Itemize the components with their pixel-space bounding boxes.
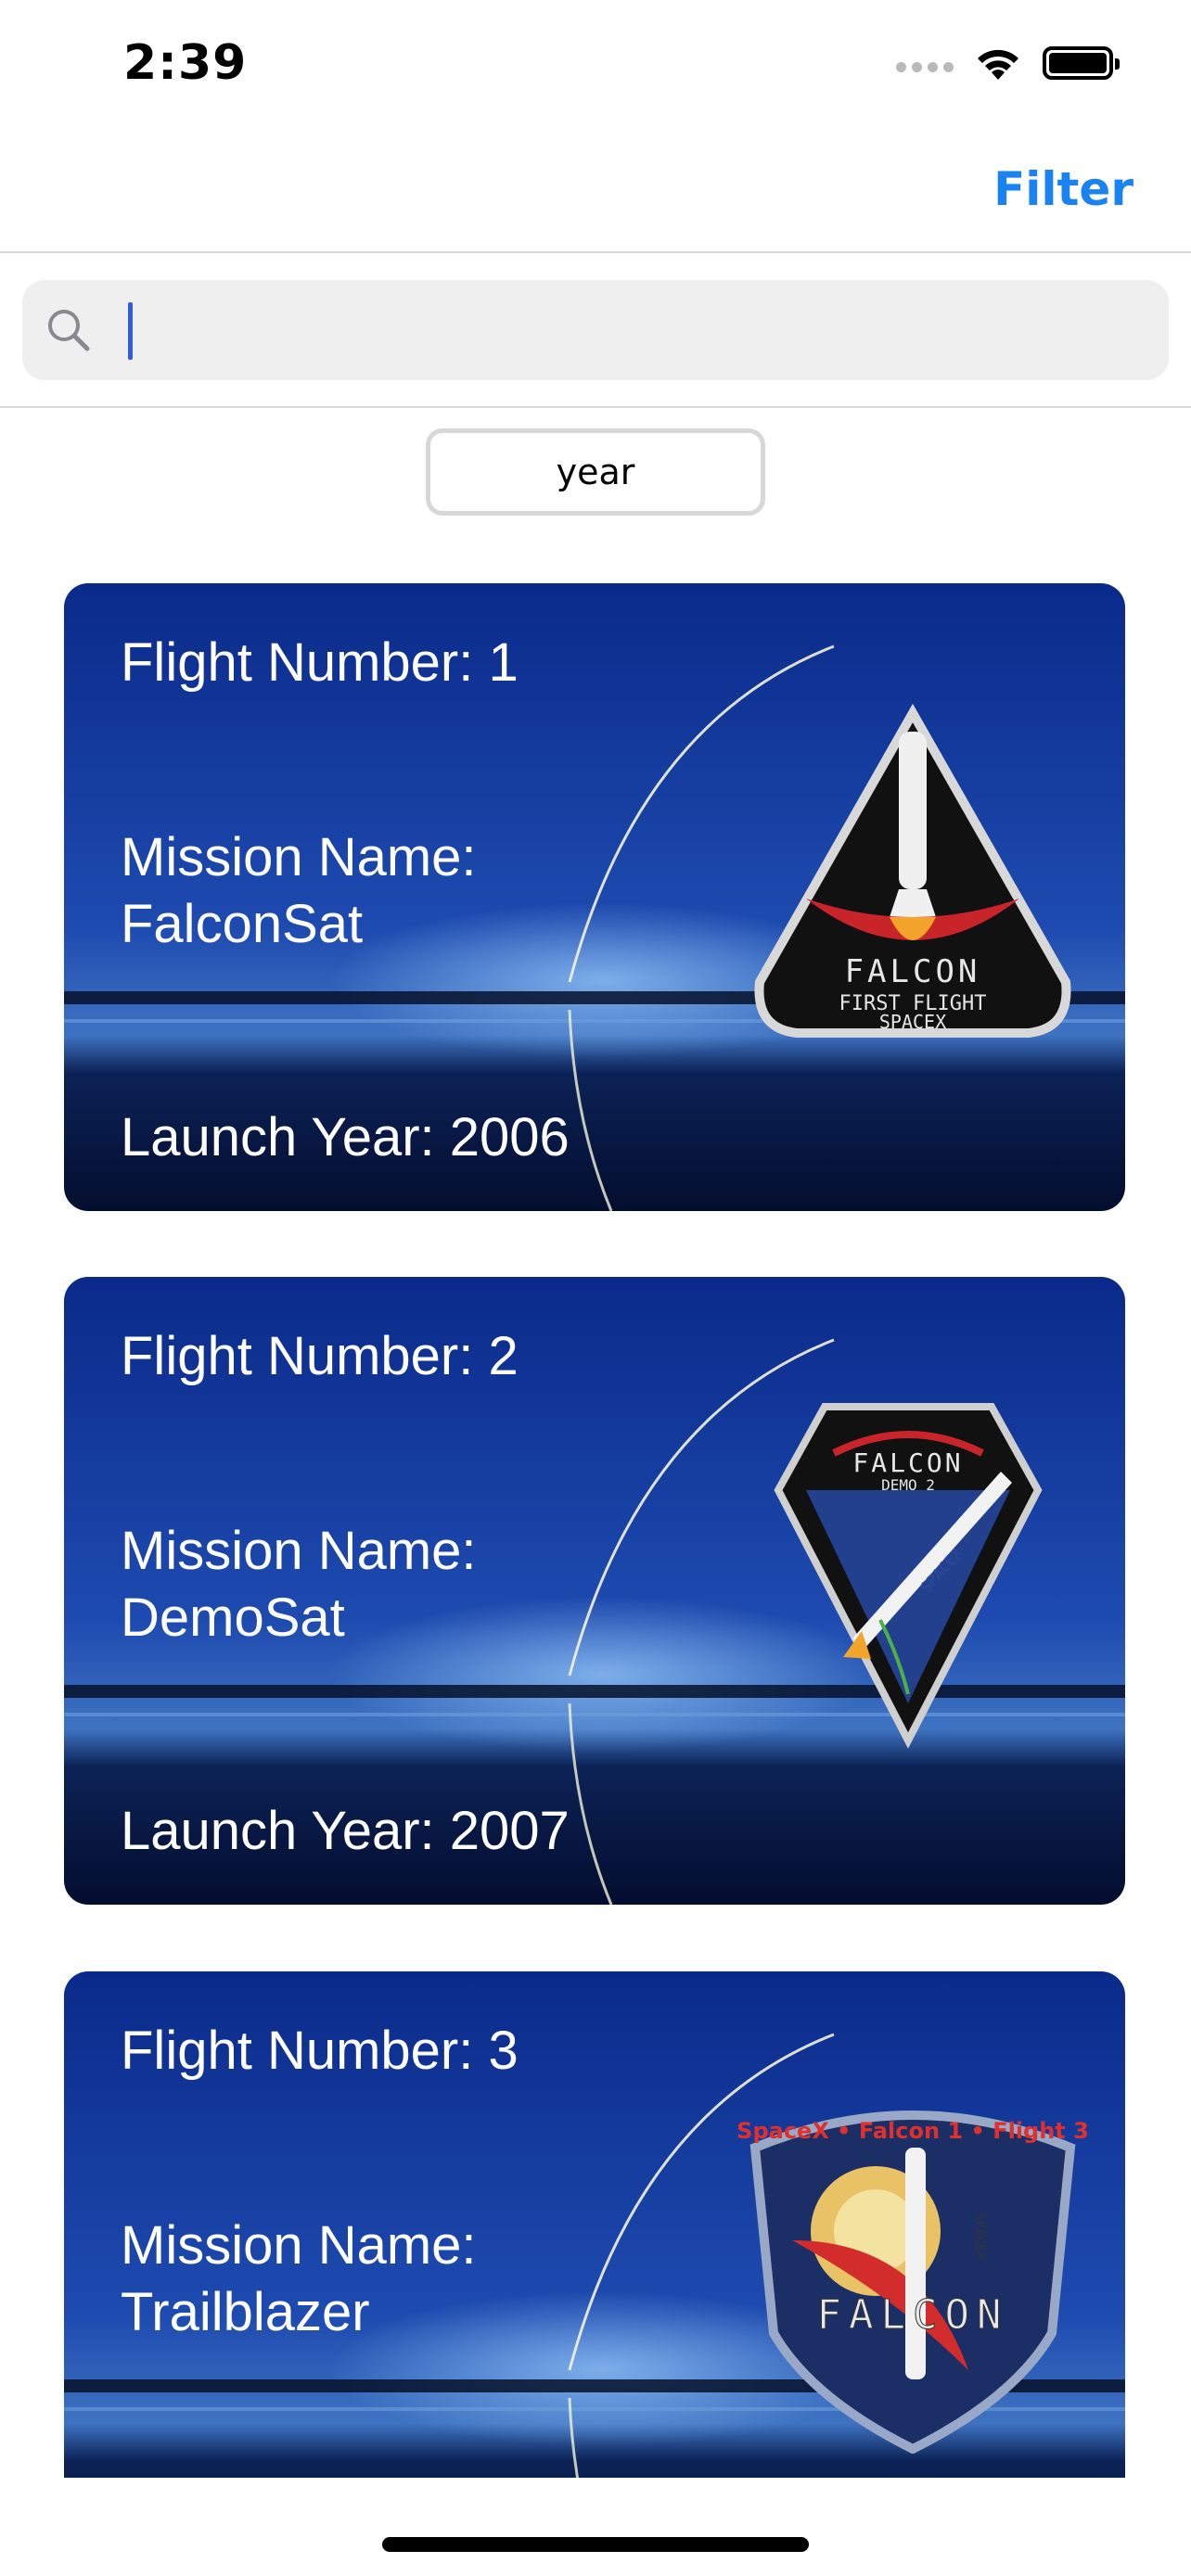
- patch-text-line2: DEMO 2: [881, 1476, 935, 1494]
- falcon-demo-2-patch-icon: FALCON DEMO 2 SPACEX: [774, 1403, 1043, 1749]
- search-field[interactable]: [22, 280, 1169, 380]
- launch-card[interactable]: Flight Number: 2 Mission Name: DemoSat L…: [64, 1277, 1125, 1905]
- patch-text-line1: FALCON: [845, 953, 981, 990]
- launch-year-label: Launch Year: 2006: [121, 1107, 570, 1167]
- launch-list[interactable]: Flight Number: 1 Mission Name: FalconSat…: [0, 547, 1191, 2478]
- mission-name-value: DemoSat: [121, 1588, 345, 1648]
- flight-number-label: Flight Number: 2: [121, 1326, 519, 1386]
- falcon-first-flight-patch-icon: FALCON FIRST FLIGHT SPACEX: [754, 704, 1071, 1038]
- patch-text-line1: SpaceX • Falcon 1 • Flight 3: [736, 2118, 1089, 2144]
- mission-name-label: Mission Name: FalconSat: [121, 824, 640, 958]
- status-time: 2:39: [123, 35, 248, 91]
- patch-text-line2: FALCON: [817, 2291, 1009, 2339]
- text-cursor: [128, 302, 133, 360]
- mission-name-value: FalconSat: [121, 894, 364, 954]
- mission-name-caption: Mission Name:: [121, 827, 477, 887]
- flight-number-label: Flight Number: 3: [121, 2021, 519, 2081]
- navigation-bar: Filter: [0, 130, 1191, 253]
- filter-button[interactable]: Filter: [993, 162, 1133, 216]
- patch-text-line3: SPACEX: [972, 2213, 987, 2260]
- wifi-icon: [978, 49, 1018, 80]
- falcon-1-flight-3-patch-icon: SpaceX • Falcon 1 • Flight 3 FALCON SPAC…: [736, 2111, 1089, 2454]
- mission-name-caption: Mission Name:: [121, 2215, 477, 2276]
- status-bar: 2:39: [0, 0, 1191, 130]
- search-input[interactable]: [134, 299, 1135, 363]
- status-icons: [896, 45, 1120, 82]
- patch-text-line1: FALCON: [852, 1447, 963, 1478]
- launch-card[interactable]: Flight Number: 1 Mission Name: FalconSat…: [64, 583, 1125, 1211]
- battery-level: [1049, 53, 1107, 73]
- search-bar: [0, 255, 1191, 408]
- mission-name-value: Trailblazer: [121, 2282, 370, 2342]
- launch-card[interactable]: Flight Number: 3 Mission Name: Trailblaz…: [64, 1971, 1125, 2478]
- mission-name-caption: Mission Name:: [121, 1521, 477, 1581]
- battery-icon: [1043, 46, 1120, 80]
- sort-by-year-button[interactable]: year: [426, 428, 765, 516]
- home-indicator[interactable]: [382, 2537, 809, 2552]
- flight-number-label: Flight Number: 1: [121, 632, 519, 693]
- launch-year-label: Launch Year: 2007: [121, 1801, 570, 1861]
- patch-text-line3: SPACEX: [879, 1011, 946, 1033]
- search-icon: [48, 310, 90, 351]
- mission-name-label: Mission Name: DemoSat: [121, 1518, 640, 1651]
- cellular-signal-icon: [896, 61, 954, 72]
- mission-name-label: Mission Name: Trailblazer: [121, 2213, 640, 2346]
